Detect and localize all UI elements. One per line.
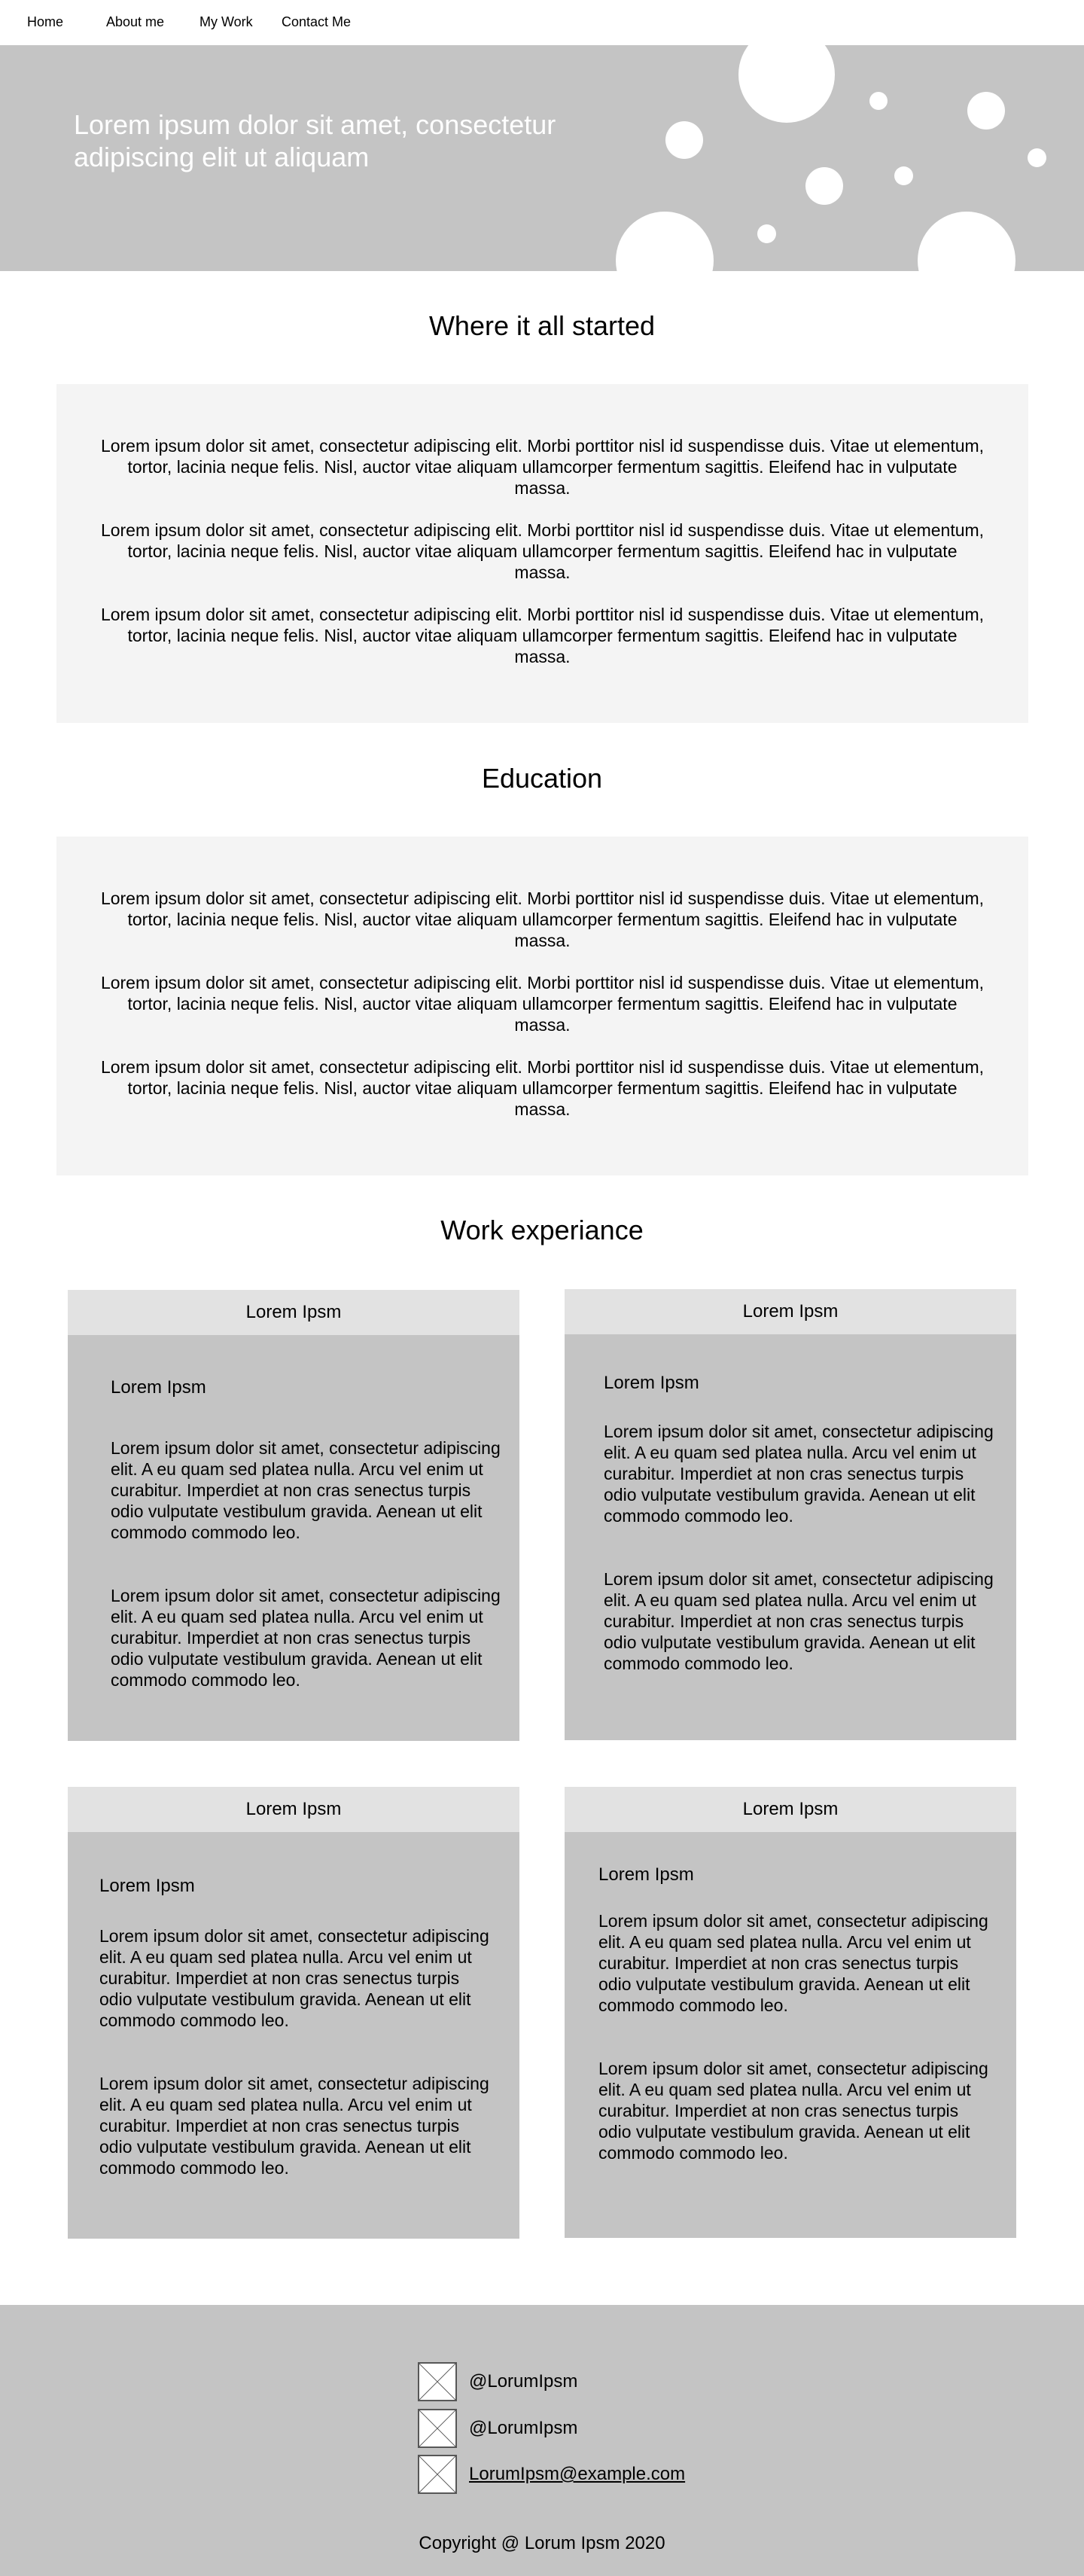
- work-card-header: Lorem Ipsm: [565, 1787, 1016, 1832]
- work-card-paragraph: Lorem ipsum dolor sit amet, consectetur …: [598, 1911, 988, 2015]
- work-card-header: Lorem Ipsm: [565, 1289, 1016, 1334]
- social-row: LorumIpsm@example.com: [418, 2454, 685, 2495]
- social-row: @LorumIpsm: [418, 2361, 577, 2402]
- email-link[interactable]: LorumIpsm@example.com: [469, 2464, 685, 2485]
- decorative-bubble: [757, 224, 776, 243]
- work-card-subtitle: Lorem Ipsm: [604, 1373, 699, 1393]
- nav-home-link[interactable]: Home: [27, 14, 63, 30]
- decorative-bubble: [869, 92, 888, 110]
- image-placeholder-icon: [418, 2362, 457, 2401]
- section-title-education: Education: [481, 763, 603, 794]
- work-card-header: Lorem Ipsm: [68, 1290, 519, 1335]
- work-card-paragraph: Lorem ipsum dolor sit amet, consectetur …: [604, 1422, 994, 1526]
- work-card-paragraph: Lorem ipsum dolor sit amet, consectetur …: [99, 1926, 489, 2030]
- decorative-bubble: [665, 121, 703, 159]
- decorative-bubble: [894, 166, 913, 185]
- education-paragraph: Lorem ipsum dolor sit amet, consectetur …: [100, 973, 985, 1035]
- image-placeholder-icon: [418, 2455, 457, 2494]
- decorative-bubble: [738, 45, 835, 123]
- education-paragraph: Lorem ipsum dolor sit amet, consectetur …: [100, 1057, 985, 1119]
- started-paragraph: Lorem ipsum dolor sit amet, consectetur …: [100, 605, 985, 666]
- social-handle: @LorumIpsm: [469, 2371, 578, 2392]
- work-card: Lorem Ipsm Lorem Ipsm Lorem ipsum dolor …: [68, 1787, 519, 2239]
- work-card-paragraph: Lorem ipsum dolor sit amet, consectetur …: [111, 1586, 501, 1690]
- work-card-paragraph: Lorem ipsum dolor sit amet, consectetur …: [598, 2059, 988, 2163]
- social-row: @LorumIpsm: [418, 2408, 577, 2449]
- work-card: Lorem Ipsm Lorem Ipsm Lorem ipsum dolor …: [565, 1289, 1016, 1740]
- decorative-bubble: [967, 92, 1005, 130]
- work-card-subtitle: Lorem Ipsm: [598, 1864, 694, 1885]
- work-card: Lorem Ipsm Lorem Ipsm Lorem ipsum dolor …: [565, 1787, 1016, 2238]
- decorative-bubble: [616, 212, 714, 271]
- started-text-panel: Lorem ipsum dolor sit amet, consectetur …: [56, 384, 1028, 723]
- image-placeholder-icon: [418, 2409, 457, 2448]
- copyright-text: Copyright @ Lorum Ipsm 2020: [419, 2533, 665, 2553]
- work-card-paragraph: Lorem ipsum dolor sit amet, consectetur …: [99, 2074, 489, 2178]
- nav-work-link[interactable]: My Work: [199, 14, 253, 30]
- work-card: Lorem Ipsm Lorem Ipsm Lorem ipsum dolor …: [68, 1290, 519, 1741]
- hero-title: Lorem ipsum dolor sit amet, consectetur …: [74, 109, 556, 172]
- started-paragraph: Lorem ipsum dolor sit amet, consectetur …: [100, 520, 985, 582]
- work-card-header: Lorem Ipsm: [68, 1787, 519, 1832]
- started-paragraph: Lorem ipsum dolor sit amet, consectetur …: [100, 436, 985, 498]
- nav-about-link[interactable]: About me: [106, 14, 164, 30]
- hero-banner: Lorem ipsum dolor sit amet, consectetur …: [0, 45, 1084, 271]
- nav-contact-link[interactable]: Contact Me: [282, 14, 351, 30]
- education-text-panel: Lorem ipsum dolor sit amet, consectetur …: [56, 837, 1028, 1175]
- site-footer: @LorumIpsm @LorumIpsm LorumIpsm@example.…: [0, 2305, 1084, 2576]
- top-nav: Home About me My Work Contact Me: [0, 0, 1084, 45]
- decorative-bubble: [918, 212, 1015, 271]
- work-card-subtitle: Lorem Ipsm: [99, 1876, 195, 1896]
- work-card-paragraph: Lorem ipsum dolor sit amet, consectetur …: [604, 1569, 994, 1673]
- section-title-started: Where it all started: [428, 310, 656, 341]
- social-handle: @LorumIpsm: [469, 2418, 578, 2438]
- section-title-work: Work experiance: [440, 1215, 644, 1245]
- decorative-bubble: [1028, 148, 1046, 167]
- work-card-paragraph: Lorem ipsum dolor sit amet, consectetur …: [111, 1438, 501, 1542]
- work-card-subtitle: Lorem Ipsm: [111, 1377, 206, 1398]
- decorative-bubble: [805, 167, 843, 205]
- education-paragraph: Lorem ipsum dolor sit amet, consectetur …: [100, 889, 985, 950]
